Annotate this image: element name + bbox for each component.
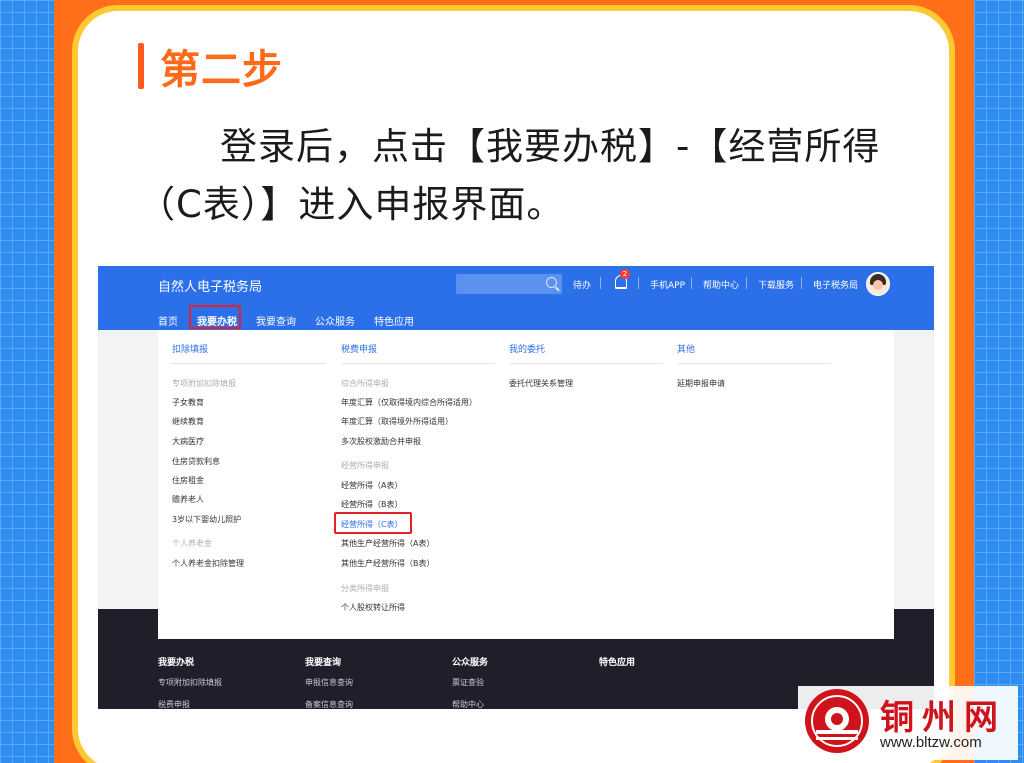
search-input[interactable] <box>456 274 562 294</box>
menu-item[interactable]: 其他生产经营所得（B表） <box>341 558 435 569</box>
menu-group-label: 综合所得申报 <box>341 379 389 388</box>
mobile-app-link[interactable]: 手机APP <box>650 278 685 291</box>
pending-link[interactable]: 待办 <box>573 278 591 291</box>
menu-item[interactable]: 个人养老金扣除管理 <box>172 558 244 569</box>
menu-item[interactable]: 多次股权激励合并申报 <box>341 436 421 447</box>
notification-badge: 2 <box>620 269 630 279</box>
menu-item[interactable]: 委托代理关系管理 <box>509 378 573 389</box>
nav-divider <box>600 277 601 289</box>
footer-link[interactable]: 税费申报 <box>158 699 190 709</box>
menu-item[interactable]: 年度汇算（取得境外所得适用） <box>341 416 453 427</box>
divider <box>172 363 326 364</box>
footer-link[interactable]: 帮助中心 <box>452 699 484 709</box>
portal-screenshot: 自然人电子税务局 待办 2 手机APP 帮助中心 下载服务 电子税务局 首页 我… <box>98 266 934 709</box>
menu-item[interactable]: 3岁以下婴幼儿照护 <box>172 514 241 525</box>
download-link[interactable]: 下载服务 <box>758 278 794 291</box>
instruction-text: 登录后，点击【我要办税】-【经营所得（C表）】进入申报界面。 <box>138 125 881 226</box>
menu-item[interactable]: 年度汇算（仅取得境内综合所得适用） <box>341 397 477 408</box>
footer-col-head: 特色应用 <box>599 658 636 668</box>
footer-link[interactable]: 备案信息查询 <box>305 699 353 709</box>
nav-query[interactable]: 我要查询 <box>256 313 296 328</box>
menu-item[interactable]: 经营所得（B表） <box>341 499 403 510</box>
menu-item[interactable]: 大病医疗 <box>172 436 204 447</box>
highlight-box-menu <box>334 512 412 534</box>
menu-item[interactable]: 其他生产经营所得（A表） <box>341 538 434 549</box>
nav-public-service[interactable]: 公众服务 <box>315 313 355 328</box>
nav-divider <box>801 277 802 289</box>
left-decor-stripe <box>0 0 54 763</box>
footer-col-head: 我要查询 <box>305 658 342 668</box>
menu-item[interactable]: 延期申报申请 <box>677 378 725 389</box>
footer-link[interactable]: 票证查验 <box>452 677 484 688</box>
site-title[interactable]: 自然人电子税务局 <box>158 276 262 295</box>
nav-special-apps[interactable]: 特色应用 <box>374 313 414 328</box>
menu-item[interactable]: 经营所得（A表） <box>341 480 402 491</box>
search-icon[interactable] <box>546 277 557 288</box>
menu-group-label: 个人养老金 <box>172 539 212 548</box>
nav-divider <box>638 277 639 289</box>
portal-header: 自然人电子税务局 待办 2 手机APP 帮助中心 下载服务 电子税务局 首页 我… <box>98 266 934 330</box>
menu-col-head-tax-filing[interactable]: 税费申报 <box>341 342 377 355</box>
menu-group-label: 经营所得申报 <box>341 461 389 470</box>
watermark-name: 铜州网 <box>880 698 1006 738</box>
step-heading: 第二步 <box>138 40 283 93</box>
watermark: 铜州网 www.bltzw.com <box>798 686 1018 760</box>
menu-col-head-delegation[interactable]: 我的委托 <box>509 342 545 355</box>
footer-link[interactable]: 申报信息查询 <box>305 677 353 688</box>
menu-group-label: 专项附加扣除填报 <box>172 379 236 388</box>
nav-divider <box>746 277 747 289</box>
footer-link[interactable]: 专项附加扣除填报 <box>158 677 222 688</box>
footer-col-head: 公众服务 <box>452 658 489 668</box>
step-accent-bar <box>138 43 144 89</box>
step-label: 第二步 <box>160 47 283 93</box>
menu-item[interactable]: 子女教育 <box>172 397 204 408</box>
menu-col-head-deduction[interactable]: 扣除填报 <box>172 342 208 355</box>
menu-item[interactable]: 继续教育 <box>172 416 204 427</box>
divider <box>509 363 663 364</box>
dropdown-menu-panel: 扣除填报 专项附加扣除填报 子女教育 继续教育 大病医疗 住房贷款利息 住房租金… <box>158 330 894 639</box>
avatar[interactable] <box>866 272 890 296</box>
menu-item[interactable]: 赡养老人 <box>172 494 204 505</box>
etax-bureau-link[interactable]: 电子税务局 <box>813 278 858 291</box>
menu-item[interactable]: 个人股权转让所得 <box>341 602 405 613</box>
divider <box>677 363 831 364</box>
help-center-link[interactable]: 帮助中心 <box>703 278 739 291</box>
menu-col-head-other[interactable]: 其他 <box>677 342 695 355</box>
footer-col-head: 我要办税 <box>158 658 195 668</box>
menu-item[interactable]: 住房贷款利息 <box>172 456 220 467</box>
watermark-url: www.bltzw.com <box>880 734 982 751</box>
menu-group-label: 分类所得申报 <box>341 584 389 593</box>
divider <box>341 363 495 364</box>
watermark-logo-icon <box>805 689 869 753</box>
nav-divider <box>691 277 692 289</box>
nav-home[interactable]: 首页 <box>158 313 178 328</box>
highlight-box-nav <box>189 305 241 329</box>
menu-item[interactable]: 住房租金 <box>172 475 204 486</box>
right-decor-stripe <box>974 0 1024 763</box>
